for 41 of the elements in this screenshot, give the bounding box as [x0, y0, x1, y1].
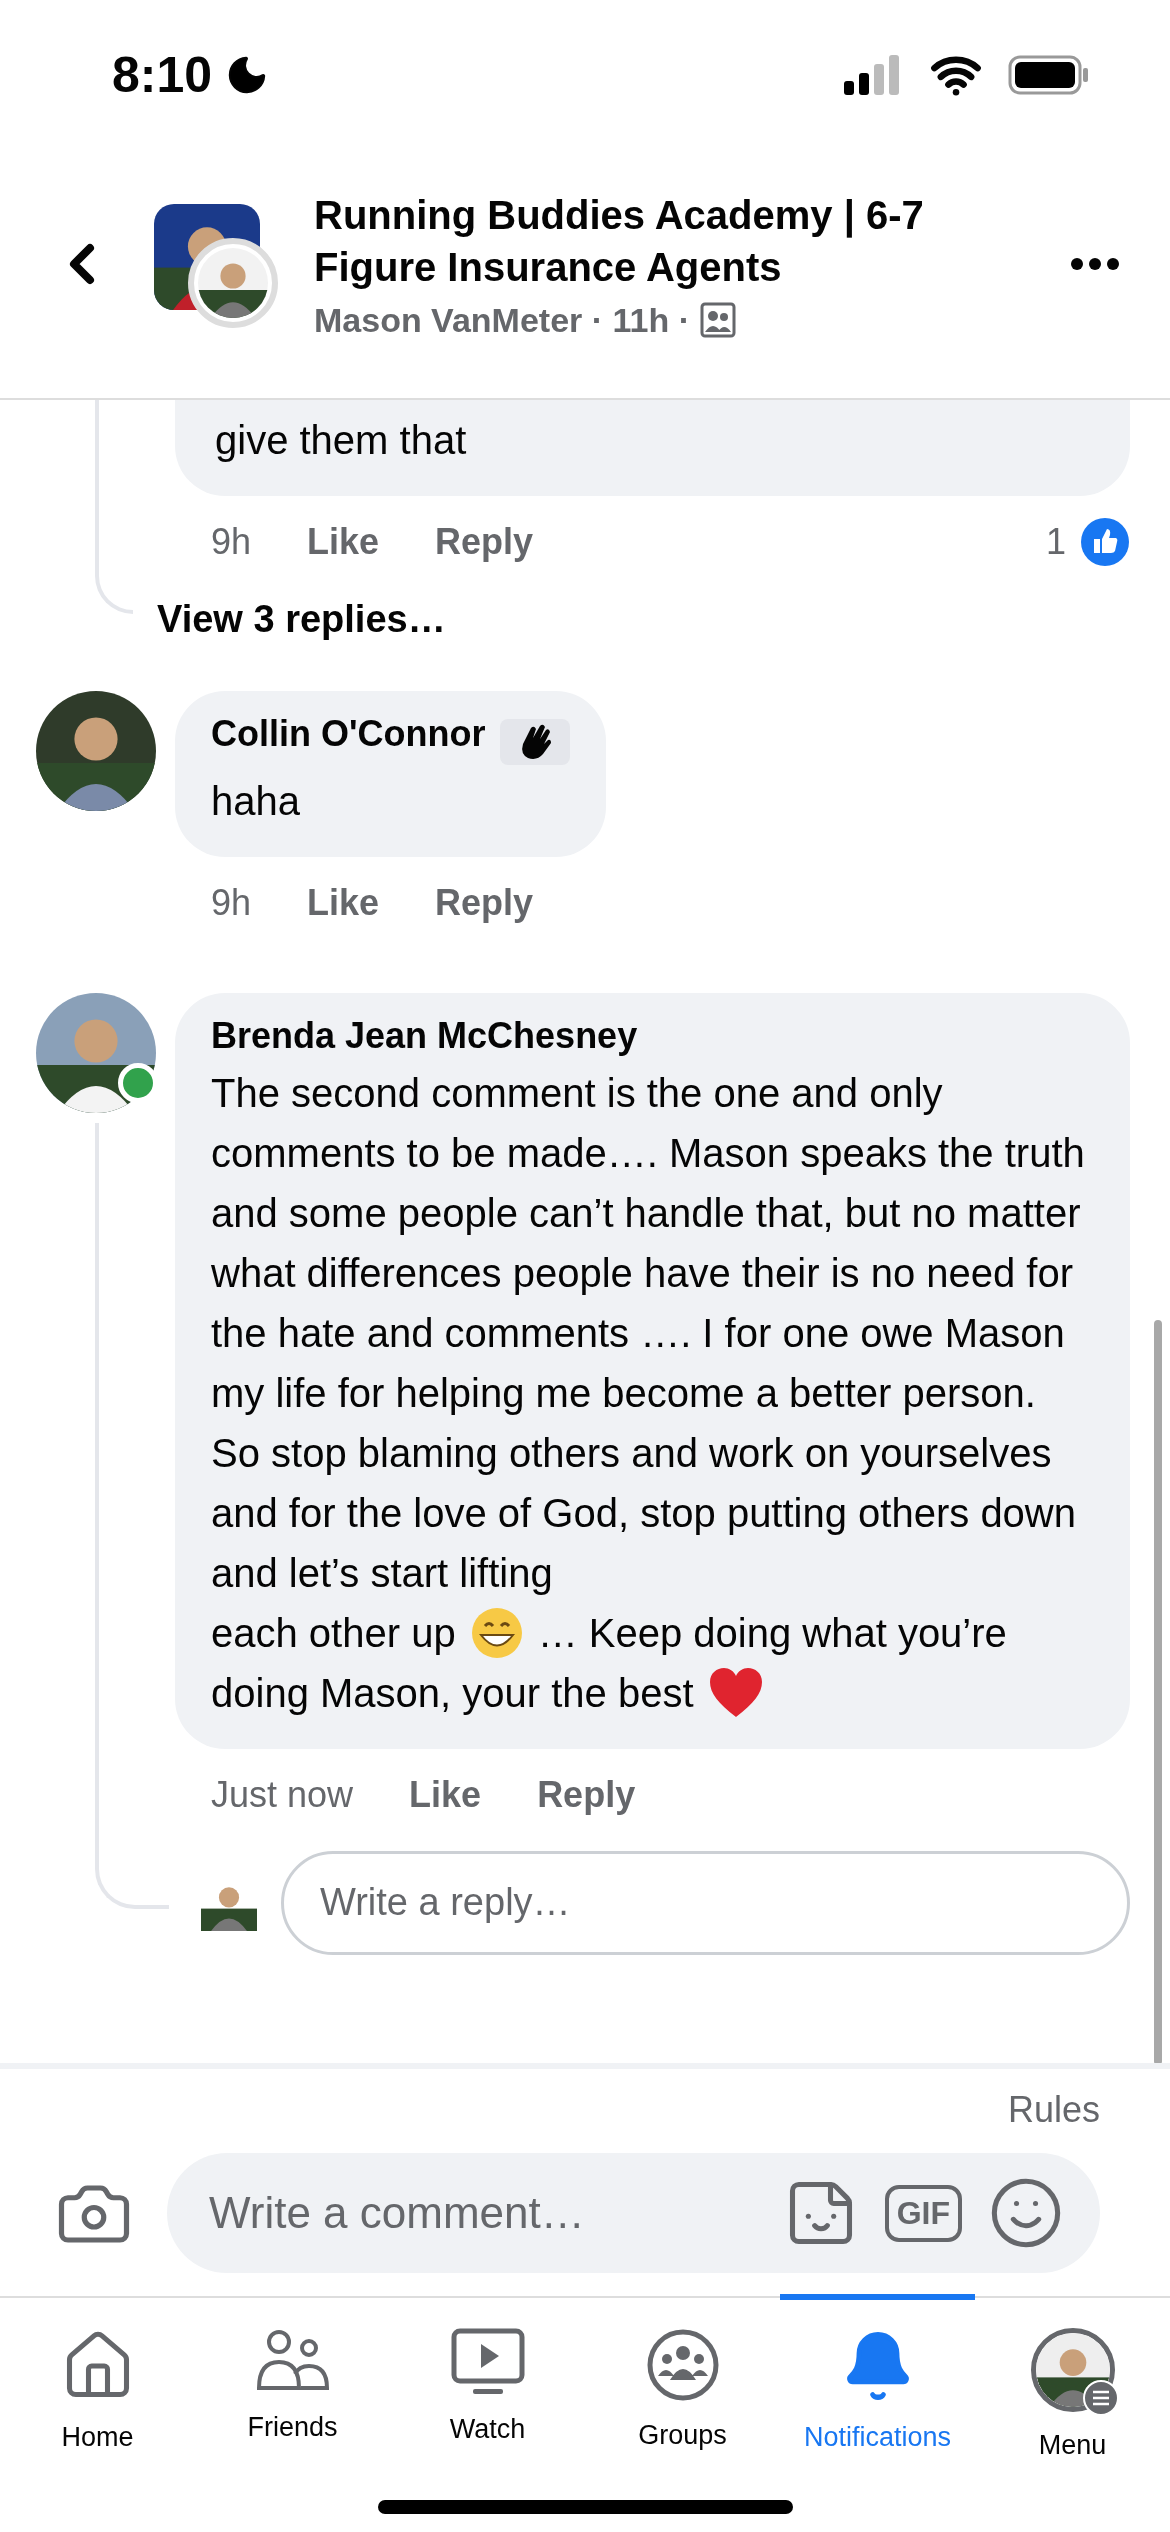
reaction-count: 1 — [1045, 521, 1066, 563]
post-meta: Mason VanMeter · 11h · — [314, 300, 690, 340]
reply-link[interactable]: Reply — [435, 881, 534, 924]
comment-author[interactable]: Collin O'Connor — [211, 713, 486, 754]
comment-author[interactable]: Brenda Jean McChesney — [211, 1014, 638, 1056]
group-privacy-icon — [700, 302, 736, 338]
comment-text: doing Mason, your the best — [211, 1669, 694, 1717]
tab[interactable]: Menu — [975, 2294, 1170, 2478]
gif-button[interactable]: GIF — [884, 2184, 962, 2242]
comment-field[interactable]: Write a comment… — [207, 2187, 757, 2239]
comment-text: haha — [211, 777, 301, 825]
comment-time: Just now — [211, 1773, 354, 1816]
tab[interactable]: Friends — [195, 2294, 390, 2478]
status-time: 8:10 — [112, 46, 213, 104]
like-link[interactable]: Like — [307, 881, 380, 924]
like-reaction-icon — [1080, 517, 1130, 567]
rules-link[interactable]: Rules — [1007, 2089, 1100, 2131]
comment-text: … Keep doing what you’re — [537, 1609, 1007, 1657]
video-icon — [450, 2328, 525, 2396]
group-title[interactable]: Running Buddies Academy | 6-7 Figure Insurance Agents — [314, 188, 1030, 293]
tab[interactable]: Groups — [585, 2294, 780, 2478]
reply-link[interactable]: Reply — [537, 1773, 636, 1816]
like-link[interactable]: Like — [307, 521, 380, 563]
tab[interactable]: Home — [0, 2294, 195, 2478]
reply-link[interactable]: Reply — [435, 521, 534, 563]
view-replies-link[interactable]: View 3 replies… — [157, 598, 446, 641]
heart-emoji-icon — [707, 1666, 764, 1719]
like-link[interactable]: Like — [409, 1773, 482, 1816]
tab[interactable]: Notifications — [780, 2294, 975, 2478]
tab[interactable]: Watch — [390, 2294, 585, 2478]
comment-time: 9h — [211, 521, 252, 563]
groups-icon — [645, 2328, 720, 2402]
comment-time: 9h — [211, 881, 252, 924]
comment-bar[interactable]: Write a comment… GIF — [167, 2153, 1100, 2273]
grinning-emoji-icon — [469, 1605, 524, 1660]
battery-icon — [1008, 55, 1090, 95]
reply-field[interactable]: Write a reply… — [281, 1850, 1130, 1955]
menu-icon — [1082, 2380, 1119, 2416]
more-icon[interactable] — [1070, 257, 1120, 271]
comment-text: give them that — [215, 417, 468, 464]
comment-text: each other up — [211, 1609, 456, 1657]
